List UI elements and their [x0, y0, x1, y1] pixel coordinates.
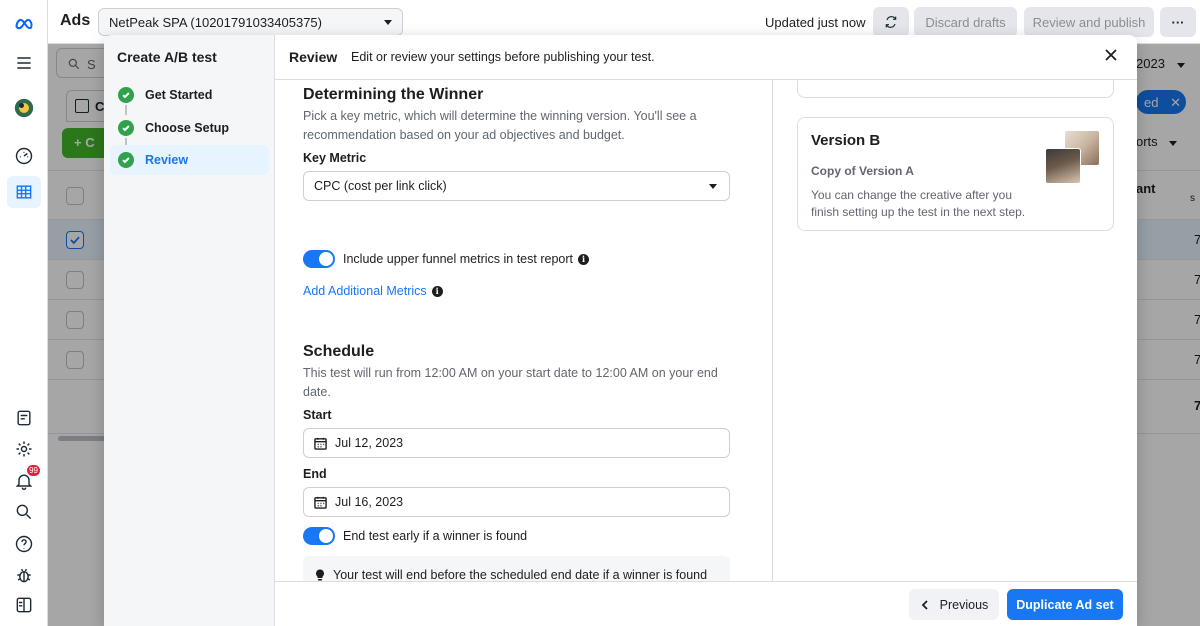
panel-icon[interactable] — [12, 593, 36, 617]
versions-panel[interactable]: Version B Copy of Version A You can chan… — [773, 80, 1137, 582]
account-name: NetPeak SPA (10201791033405375) — [109, 15, 322, 30]
add-metrics-link[interactable]: Add Additional Metrics i — [303, 284, 443, 298]
end-early-label: End test early if a winner is found — [343, 529, 528, 543]
ab-test-modal: Create A/B test Get Started Choose Setup… — [104, 35, 1137, 626]
version-b-description: You can change the creative after you fi… — [811, 188, 1026, 219]
step-get-started[interactable]: Get Started — [110, 80, 269, 110]
step-label: Review — [145, 153, 189, 167]
discard-drafts-button[interactable]: Discard drafts — [914, 7, 1017, 37]
bug-icon[interactable] — [12, 563, 36, 587]
add-metrics-label: Add Additional Metrics — [303, 284, 427, 298]
campaigns-table-icon[interactable] — [7, 176, 41, 208]
end-early-toggle[interactable] — [303, 527, 335, 545]
close-button[interactable] — [1103, 47, 1123, 67]
previous-button[interactable]: Previous — [909, 589, 999, 620]
version-a-card — [797, 80, 1114, 98]
creative-thumbnail — [1045, 148, 1081, 184]
more-button[interactable]: ··· — [1160, 7, 1196, 37]
chevron-down-icon — [384, 20, 392, 25]
modal-subtitle: Edit or review your settings before publ… — [351, 50, 655, 64]
refresh-button[interactable] — [873, 7, 909, 37]
info-icon[interactable]: i — [577, 253, 589, 265]
end-early-row: End test early if a winner is found — [303, 527, 527, 545]
step-choose-setup[interactable]: Choose Setup — [110, 113, 269, 143]
ads-title: Ads — [60, 12, 91, 29]
step-label: Get Started — [145, 88, 213, 102]
upper-funnel-toggle[interactable] — [303, 250, 335, 268]
bell-icon[interactable]: 99 — [12, 465, 40, 493]
info-icon[interactable]: i — [431, 285, 443, 297]
note-text: Your test will end before the scheduled … — [333, 568, 708, 582]
menu-icon[interactable] — [12, 51, 36, 75]
modal-title: Review — [289, 49, 338, 65]
version-b-card: Version B Copy of Version A You can chan… — [797, 117, 1114, 231]
key-metric-label: Key Metric — [303, 151, 367, 165]
end-label: End — [303, 467, 327, 481]
step-label: Choose Setup — [145, 121, 230, 135]
calendar-icon — [314, 437, 327, 450]
review-content[interactable]: Determining the Winner Pick a key metric… — [275, 80, 773, 582]
start-date-field[interactable]: Jul 12, 2023 — [303, 428, 730, 458]
version-b-copy: Copy of Version A — [811, 164, 914, 178]
pages-icon[interactable] — [12, 406, 36, 430]
chevron-down-icon — [709, 184, 717, 189]
schedule-description: This test will run from 12:00 AM on your… — [303, 366, 718, 399]
key-metric-value: CPC (cost per link click) — [314, 179, 447, 193]
dashboard-icon[interactable] — [12, 144, 36, 168]
version-b-title: Version B — [811, 132, 881, 149]
refresh-icon — [885, 16, 897, 28]
help-icon[interactable] — [12, 532, 36, 556]
updated-status: Updated just now — [765, 15, 866, 30]
close-icon — [1105, 49, 1117, 61]
account-select[interactable]: NetPeak SPA (10201791033405375) — [98, 8, 403, 36]
schedule-section-title: Schedule — [303, 343, 375, 360]
search-icon[interactable] — [12, 500, 36, 524]
modal-header: Review Edit or review your settings befo… — [275, 35, 1137, 80]
end-date-field[interactable]: Jul 16, 2023 — [303, 487, 730, 517]
start-date-value: Jul 12, 2023 — [335, 436, 404, 450]
left-rail: 99 — [0, 0, 48, 626]
upper-funnel-label: Include upper funnel metrics in test rep… — [343, 252, 573, 266]
upper-funnel-row: Include upper funnel metrics in test rep… — [303, 250, 589, 268]
winner-section-title: Determining the Winner — [303, 86, 484, 103]
notification-badge: 99 — [27, 465, 40, 476]
check-circle-icon — [118, 152, 134, 168]
duplicate-ad-set-button[interactable]: Duplicate Ad set — [1007, 589, 1123, 620]
previous-label: Previous — [939, 597, 989, 612]
sidebar-title: Create A/B test — [117, 49, 217, 65]
end-date-value: Jul 16, 2023 — [335, 495, 404, 509]
review-publish-button[interactable]: Review and publish — [1024, 7, 1154, 37]
lightbulb-icon — [316, 569, 324, 581]
start-label: Start — [303, 408, 332, 422]
winner-description: Pick a key metric, which will determine … — [303, 109, 697, 142]
step-review[interactable]: Review — [110, 145, 269, 175]
meta-logo-icon[interactable] — [12, 12, 36, 36]
steps-sidebar: Create A/B test Get Started Choose Setup… — [104, 35, 275, 626]
calendar-icon — [314, 496, 327, 509]
end-early-note: Your test will end before the scheduled … — [303, 556, 730, 582]
gear-icon[interactable] — [12, 437, 36, 461]
avatar[interactable] — [12, 96, 36, 120]
key-metric-select[interactable]: CPC (cost per link click) — [303, 171, 730, 201]
check-circle-icon — [118, 87, 134, 103]
modal-footer: Previous Duplicate Ad set — [275, 581, 1137, 626]
chevron-left-icon — [921, 599, 928, 610]
check-circle-icon — [118, 120, 134, 136]
